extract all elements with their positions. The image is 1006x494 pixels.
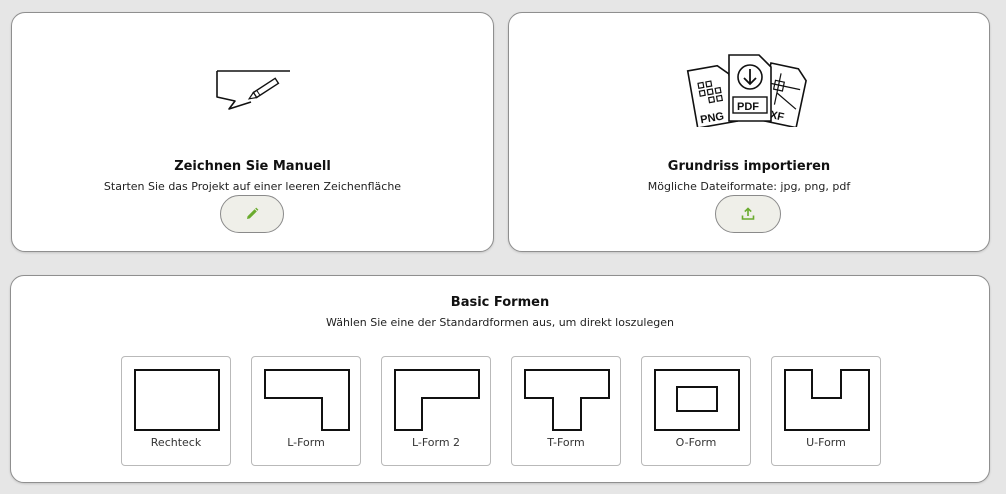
shape-label: O-Form — [675, 436, 717, 449]
manual-drawing-card[interactable]: Zeichnen Sie Manuell Starten Sie das Pro… — [11, 12, 494, 252]
shape-label: L-Form 2 — [411, 436, 461, 449]
manual-title: Zeichnen Sie Manuell — [174, 159, 331, 174]
basic-shapes-card: Basic Formen Wählen Sie eine der Standar… — [10, 275, 990, 483]
shape-label: T-Form — [547, 436, 585, 449]
u-shape-icon — [784, 369, 870, 431]
drawing-sheet-with-pencil-icon — [216, 70, 290, 110]
upload-button[interactable] — [715, 195, 781, 233]
upload-icon — [741, 207, 755, 220]
import-subtitle: Mögliche Dateiformate: jpg, png, pdf — [647, 180, 851, 193]
shape-tile-o-form[interactable]: O-Form — [641, 356, 751, 466]
t-shape-icon — [524, 369, 610, 431]
shape-tile-l-form-2[interactable]: L-Form 2 — [381, 356, 491, 466]
shape-tile-rechteck[interactable]: Rechteck — [121, 356, 231, 466]
pencil-icon — [247, 207, 259, 219]
basic-title: Basic Formen — [450, 295, 550, 310]
import-floorplan-card[interactable]: PNG DXF PDF Grundriss importieren Möglic… — [508, 12, 990, 252]
shape-label: Rechteck — [150, 436, 202, 449]
shape-label: U-Form — [806, 436, 846, 449]
l-shape-icon — [264, 369, 350, 431]
basic-subtitle: Wählen Sie eine der Standardformen aus, … — [326, 316, 674, 329]
rectangle-shape-icon — [134, 369, 220, 431]
shape-tile-u-form[interactable]: U-Form — [771, 356, 881, 466]
l-shape-2-icon — [394, 369, 480, 431]
file-formats-icon: PNG DXF PDF — [686, 54, 807, 127]
o-shape-icon — [654, 369, 740, 431]
pdf-file-label: PDF — [737, 101, 759, 113]
shape-label: L-Form — [287, 436, 325, 449]
shape-tile-l-form[interactable]: L-Form — [251, 356, 361, 466]
start-drawing-button[interactable] — [220, 195, 284, 233]
import-title: Grundriss importieren — [667, 159, 831, 174]
manual-subtitle: Starten Sie das Projekt auf einer leeren… — [103, 180, 402, 193]
shape-tile-t-form[interactable]: T-Form — [511, 356, 621, 466]
